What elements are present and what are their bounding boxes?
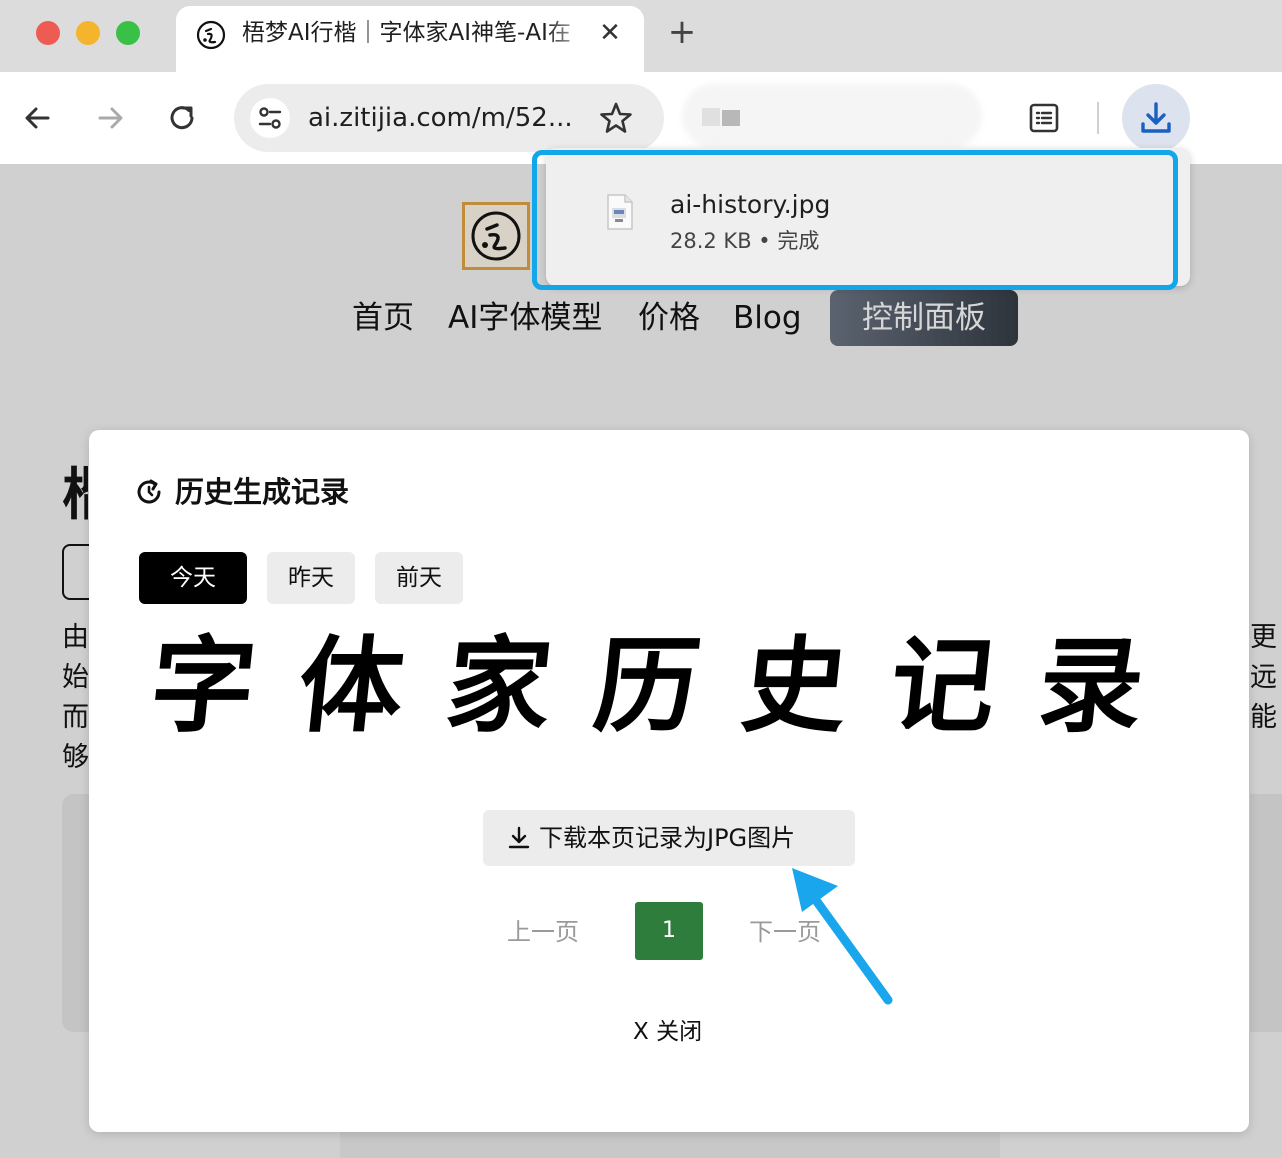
- background-card: [1250, 794, 1282, 1032]
- tune-icon: [258, 107, 282, 129]
- browser-tab-active[interactable]: 梧梦AI行楷｜字体家AI神笔-AI在 ✕: [176, 6, 644, 76]
- tab-yesterday[interactable]: 昨天: [267, 552, 355, 604]
- new-tab-button[interactable]: +: [664, 14, 700, 50]
- zitijia-logo-icon: [196, 20, 226, 50]
- calligraphy-char: 历: [588, 624, 706, 747]
- highlight-box: [532, 150, 1178, 290]
- window-minimize-button[interactable]: [76, 21, 100, 45]
- pagination-prev[interactable]: 上一页: [507, 912, 579, 952]
- arrow-right-icon[interactable]: [90, 98, 130, 138]
- address-bar[interactable]: ai.zitijia.com/m/52...: [234, 84, 664, 152]
- download-icon: [508, 826, 530, 849]
- history-icon: [137, 479, 161, 504]
- annotation-arrow-icon: [792, 868, 893, 1005]
- nav-blog[interactable]: Blog: [733, 298, 802, 338]
- history-modal: 历史生成记录 今天 昨天 前天 字体家历史记录 下载本页记录为JPG图片 上一页…: [89, 430, 1249, 1132]
- background-text-line: 远: [1250, 662, 1277, 693]
- modal-close-button[interactable]: X 关闭: [633, 1014, 702, 1050]
- url-text[interactable]: ai.zitijia.com/m/52...: [308, 98, 573, 138]
- background-text-line: 更: [1250, 622, 1277, 653]
- star-icon[interactable]: [596, 98, 636, 138]
- download-jpg-label: 下载本页记录为JPG图片: [539, 824, 796, 852]
- tab-title: 梧梦AI行楷｜字体家AI神笔-AI在: [242, 20, 571, 46]
- nav-ai-font-models[interactable]: AI字体模型: [448, 298, 602, 338]
- reading-list-icon[interactable]: [1024, 98, 1064, 138]
- calligraphy-char: 记: [884, 624, 1002, 747]
- reload-icon[interactable]: [162, 98, 202, 138]
- background-text-line: 始: [62, 662, 89, 693]
- background-image: [340, 1132, 1000, 1158]
- site-settings-button[interactable]: [250, 98, 290, 138]
- calligraphy-char: 录: [1032, 624, 1150, 747]
- window-zoom-button[interactable]: [116, 21, 140, 45]
- pagination-current-page[interactable]: 1: [635, 902, 703, 960]
- dashboard-button[interactable]: 控制面板: [830, 290, 1018, 346]
- nav-home[interactable]: 首页: [352, 298, 414, 338]
- calligraphy-char: 体: [292, 624, 410, 747]
- toolbar-divider: [1097, 102, 1099, 134]
- calligraphy-char: 家: [440, 624, 558, 747]
- downloads-button[interactable]: [1122, 84, 1190, 152]
- calligraphy-char: 字: [144, 624, 262, 747]
- modal-title: 历史生成记录: [175, 475, 350, 509]
- background-heading: 楷: [62, 450, 88, 531]
- redacted-pixel: [702, 108, 720, 126]
- tab-today[interactable]: 今天: [139, 552, 247, 604]
- site-logo[interactable]: [462, 202, 530, 270]
- background-text-line: 够: [62, 742, 89, 773]
- redacted-pixel: [722, 110, 740, 126]
- download-icon: [1141, 102, 1171, 133]
- tab-day-before-yesterday[interactable]: 前天: [375, 552, 463, 604]
- nav-pricing[interactable]: 价格: [638, 298, 700, 338]
- zitijia-logo-icon: [471, 211, 521, 261]
- calligraphy-char: 史: [736, 624, 854, 747]
- download-jpg-button[interactable]: 下载本页记录为JPG图片: [483, 810, 855, 866]
- tab-close-icon[interactable]: ✕: [594, 16, 626, 50]
- background-text-line: 由: [62, 622, 89, 653]
- arrow-left-icon[interactable]: [18, 98, 58, 138]
- background-text-line: 能: [1250, 702, 1277, 733]
- tab-strip: 梧梦AI行楷｜字体家AI神笔-AI在 ✕ +: [0, 0, 1282, 76]
- background-text-line: 而: [62, 702, 89, 733]
- window-close-button[interactable]: [36, 21, 60, 45]
